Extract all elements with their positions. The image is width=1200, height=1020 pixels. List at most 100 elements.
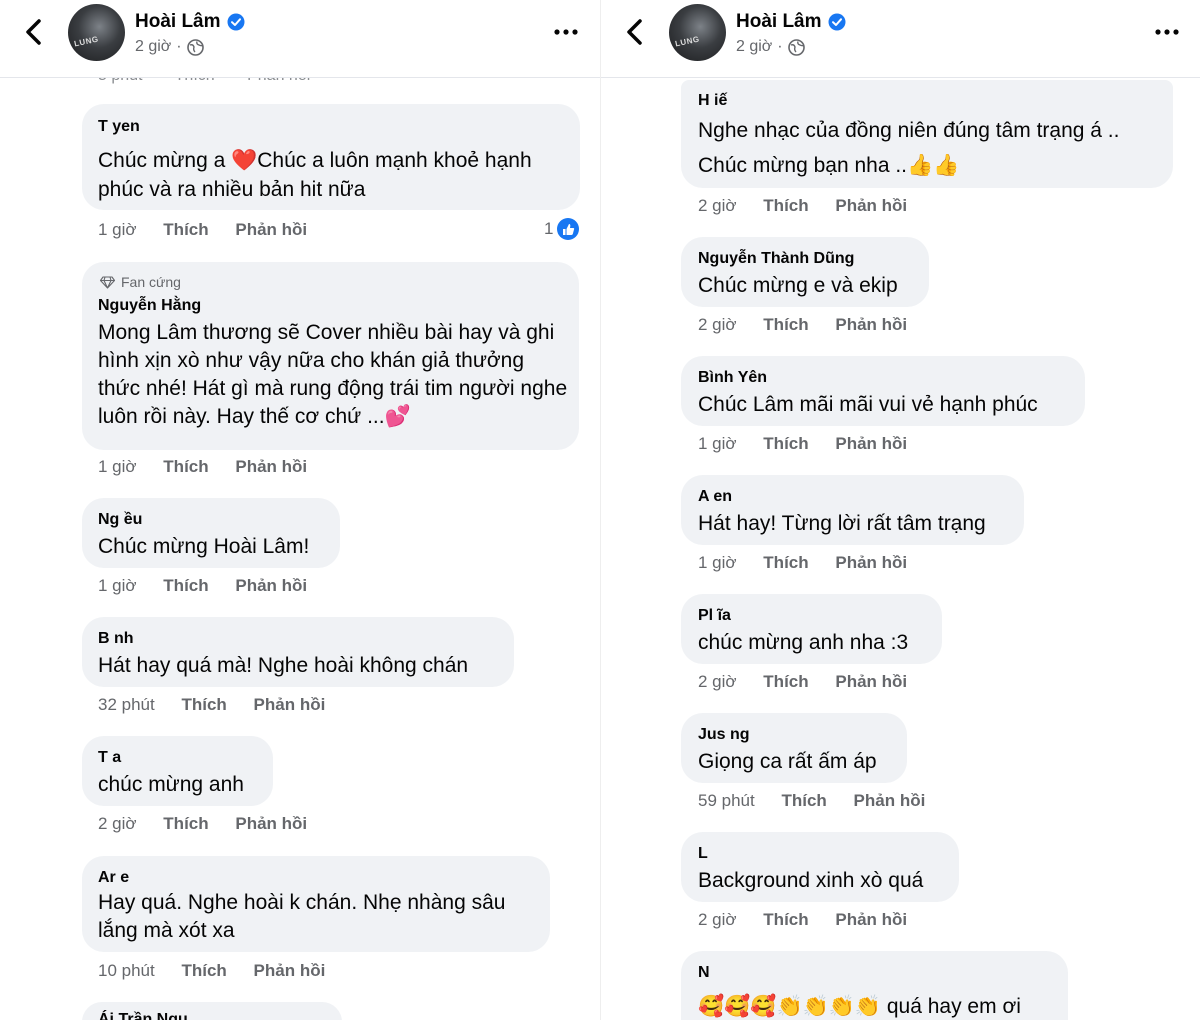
comment-actions: 2 giờ Thích Phản hồi bbox=[98, 814, 307, 834]
like-button[interactable]: Thích bbox=[181, 695, 226, 714]
comment-author[interactable]: Ar e bbox=[98, 869, 129, 887]
comment-author[interactable]: Ái Trần Ngu bbox=[98, 1011, 188, 1020]
comment-author[interactable]: Nguyễn Hằng bbox=[98, 297, 201, 315]
reaction-count[interactable]: 1 bbox=[544, 218, 580, 240]
comment-actions: 10 phút Thích Phản hồi bbox=[98, 961, 325, 981]
post-header: LUNG Hoài Lâm 2 giờ · bbox=[0, 0, 600, 78]
page-name[interactable]: Hoài Lâm bbox=[135, 11, 221, 33]
reply-button[interactable]: Phản hồi bbox=[254, 695, 326, 714]
comment-text: chúc mừng anh nha :3 bbox=[698, 631, 909, 654]
comment-author[interactable]: T a bbox=[98, 749, 121, 767]
reply-button[interactable]: Phản hồi bbox=[854, 791, 926, 810]
comment-author[interactable]: L bbox=[698, 845, 708, 863]
comment-author[interactable]: H iế bbox=[698, 92, 727, 110]
comment-time[interactable]: 2 giờ bbox=[698, 196, 737, 215]
comment-author[interactable]: Pl ĩa bbox=[698, 607, 731, 625]
like-button[interactable]: Thích bbox=[763, 553, 808, 572]
verified-badge-icon bbox=[227, 13, 245, 31]
comment-time[interactable]: 32 phút bbox=[98, 695, 155, 714]
comment-time[interactable]: 1 giờ bbox=[98, 457, 137, 476]
comment-time[interactable]: 1 giờ bbox=[98, 220, 137, 239]
comment-text: Chúc mừng a ❤️Chúc a luôn mạnh khoẻ hạnh… bbox=[98, 149, 532, 201]
post-time[interactable]: 2 giờ bbox=[135, 38, 171, 56]
comment-actions: 2 giờ Thích Phản hồi bbox=[698, 315, 907, 335]
like-reaction-icon bbox=[557, 218, 580, 240]
diamond-icon bbox=[100, 275, 115, 289]
reply-button[interactable]: Phản hồi bbox=[835, 672, 907, 691]
like-button[interactable]: Thích bbox=[763, 910, 808, 929]
like-button[interactable]: Thích bbox=[163, 576, 208, 595]
comment-author[interactable]: T yen bbox=[98, 118, 140, 136]
like-button[interactable]: Thích bbox=[763, 434, 808, 453]
globe-icon bbox=[787, 38, 805, 56]
reply-button[interactable]: Phản hồi bbox=[835, 315, 907, 334]
comment-actions: 2 giờ Thích Phản hồi bbox=[698, 672, 907, 692]
post-meta: 2 giờ · bbox=[135, 38, 204, 56]
like-button[interactable]: Thích bbox=[181, 961, 226, 980]
comment-author[interactable]: A en bbox=[698, 488, 732, 506]
post-time[interactable]: 2 giờ bbox=[736, 38, 772, 56]
reply-button[interactable]: Phản hồi bbox=[835, 910, 907, 929]
like-button[interactable]: Thích bbox=[781, 791, 826, 810]
like-button[interactable]: Thích bbox=[163, 220, 208, 239]
comment-text: Hát hay! Từng lời rất tâm trạng bbox=[698, 512, 986, 535]
like-button[interactable]: Thích bbox=[763, 672, 808, 691]
page-name[interactable]: Hoài Lâm bbox=[736, 11, 822, 33]
comment-time[interactable]: 10 phút bbox=[98, 961, 155, 980]
comment-author[interactable]: B nh bbox=[98, 630, 134, 648]
reply-button[interactable]: Phản hồi bbox=[835, 553, 907, 572]
post-header: LUNG Hoài Lâm 2 giờ · bbox=[601, 0, 1200, 78]
reply-button[interactable]: Phản hồi bbox=[235, 576, 307, 595]
like-button[interactable]: Thích bbox=[163, 457, 208, 476]
comment-time[interactable]: 1 giờ bbox=[698, 434, 737, 453]
globe-icon bbox=[186, 38, 204, 56]
reply-button[interactable]: Phản hồi bbox=[835, 196, 907, 215]
comment-actions: 2 giờ Thích Phản hồi bbox=[698, 910, 907, 930]
right-panel: LUNG Hoài Lâm 2 giờ · H iế Nghe nhạc của… bbox=[600, 0, 1200, 1020]
meta-separator: · bbox=[176, 38, 182, 55]
comment-actions: 1 giờ Thích Phản hồi bbox=[98, 457, 307, 477]
badge-label: Fan cứng bbox=[121, 274, 181, 290]
reaction-number: 1 bbox=[544, 219, 554, 238]
verified-badge-icon bbox=[828, 13, 846, 31]
comment-author[interactable]: Jus ng bbox=[698, 726, 750, 744]
comment-author[interactable]: Nguyễn Thành Dũng bbox=[698, 250, 854, 268]
reply-button[interactable]: Phản hồi bbox=[235, 814, 307, 833]
like-button[interactable]: Thích bbox=[763, 315, 808, 334]
comment-time[interactable]: 2 giờ bbox=[698, 672, 737, 691]
reply-button[interactable]: Phản hồi bbox=[235, 457, 307, 476]
comment-text: Nghe nhạc của đồng niên đúng tâm trạng á… bbox=[698, 119, 1120, 177]
back-arrow-icon[interactable] bbox=[22, 18, 46, 46]
left-panel: 5 phút Thích Phản hồi LUNG Hoài Lâm 2 gi… bbox=[0, 0, 600, 1020]
comment-text: Chúc Lâm mãi mãi vui vẻ hạnh phúc bbox=[698, 393, 1038, 416]
top-fan-badge: Fan cứng bbox=[100, 274, 181, 290]
comment-actions: 1 giờ Thích Phản hồi bbox=[98, 220, 307, 240]
back-arrow-icon[interactable] bbox=[623, 18, 647, 46]
comment-text: Chúc mừng e và ekip bbox=[698, 274, 898, 297]
avatar[interactable]: LUNG bbox=[669, 4, 726, 61]
comment-time[interactable]: 2 giờ bbox=[698, 910, 737, 929]
comment-author[interactable]: Ng ều bbox=[98, 511, 142, 529]
more-options-icon[interactable] bbox=[1154, 22, 1180, 42]
comment-text: Hay quá. Nghe hoài k chán. Nhẹ nhàng sâu… bbox=[98, 891, 506, 942]
comment-author[interactable]: N bbox=[698, 964, 710, 982]
reply-button[interactable]: Phản hồi bbox=[235, 220, 307, 239]
comment-time[interactable]: 1 giờ bbox=[98, 576, 137, 595]
meta-separator: · bbox=[777, 38, 783, 55]
comment-actions: 1 giờ Thích Phản hồi bbox=[698, 434, 907, 454]
comment-time[interactable]: 1 giờ bbox=[698, 553, 737, 572]
comment-actions: 32 phút Thích Phản hồi bbox=[98, 695, 325, 715]
comment-time[interactable]: 59 phút bbox=[698, 791, 755, 810]
comment-text: Giọng ca rất ấm áp bbox=[698, 750, 877, 773]
avatar[interactable]: LUNG bbox=[68, 4, 125, 61]
reply-button[interactable]: Phản hồi bbox=[835, 434, 907, 453]
like-button[interactable]: Thích bbox=[163, 814, 208, 833]
comment-time[interactable]: 2 giờ bbox=[98, 814, 137, 833]
comment-text: Hát hay quá mà! Nghe hoài không chán bbox=[98, 654, 469, 677]
comment-time[interactable]: 2 giờ bbox=[698, 315, 737, 334]
more-options-icon[interactable] bbox=[553, 22, 579, 42]
reply-button[interactable]: Phản hồi bbox=[254, 961, 326, 980]
like-button[interactable]: Thích bbox=[763, 196, 808, 215]
comment-author[interactable]: Bình Yên bbox=[698, 369, 767, 387]
avatar-text: LUNG bbox=[73, 34, 100, 49]
